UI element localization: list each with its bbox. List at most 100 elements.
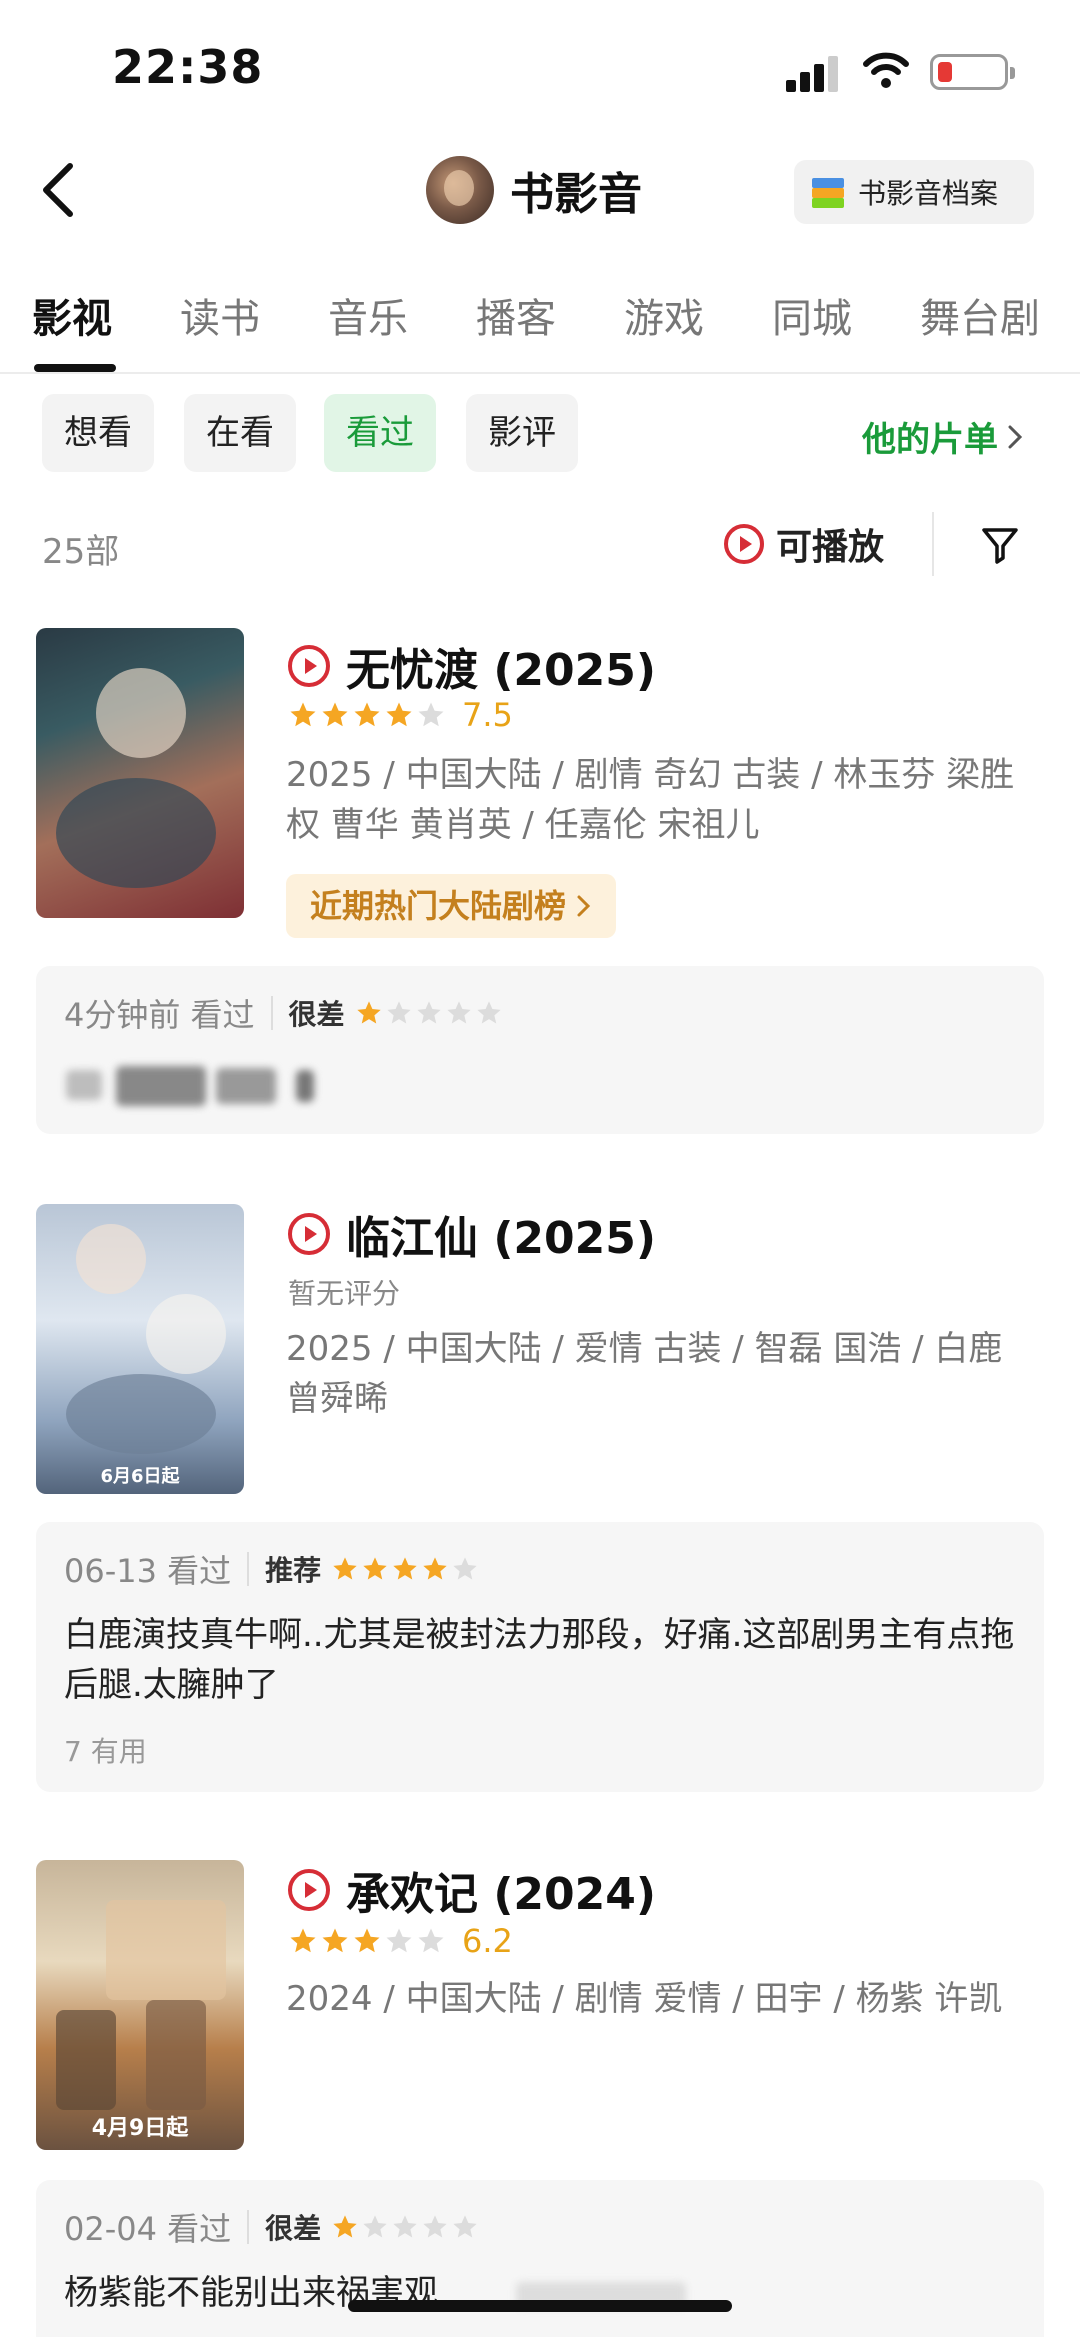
playable-label: 可播放 (776, 527, 885, 568)
meta-info: 2025 / 中国大陆 / 爱情 古装 / 智磊 国浩 / 白鹿 曾舜晞 (286, 1329, 1003, 1419)
review-verdict: 推荐 (265, 1554, 322, 1587)
playable-filter-button[interactable]: 可播放 (722, 518, 884, 570)
tab-stage[interactable]: 舞台剧 (920, 286, 1040, 344)
poster-caption: 4月9日起 (91, 2116, 189, 2141)
back-button[interactable] (30, 158, 90, 222)
star-icon (393, 2215, 417, 2238)
review-time: 06-13 看过 (64, 1552, 232, 1590)
wifi-icon (863, 52, 909, 88)
meta-info: 2024 / 中国大陆 / 剧情 爱情 / 田宇 / 杨紫 许凯 (286, 1979, 1003, 2019)
star-icon (386, 1001, 411, 1024)
poster-image[interactable]: 4月9日起 (36, 1860, 244, 2150)
status-time: 22:38 (112, 40, 264, 94)
star-icon (423, 2215, 447, 2238)
blurred-text (116, 1066, 206, 1106)
play-circle-icon (288, 645, 330, 687)
star-icon (416, 1001, 441, 1024)
star-icon (476, 1001, 501, 1024)
nav-title-group: 书影音 (426, 154, 642, 226)
star-icon (322, 702, 348, 727)
star-icon (423, 1557, 447, 1580)
star-icon (453, 2215, 477, 2238)
tab-film[interactable]: 影视 (32, 286, 112, 344)
active-tab-indicator (34, 364, 116, 372)
hot-ranking-tag[interactable]: 近期热门大陆剧榜 (286, 874, 617, 938)
archive-button[interactable]: 书影音档案 (794, 160, 1034, 224)
rating-stars (288, 1926, 448, 1956)
review-verdict: 很差 (288, 998, 345, 1031)
score: 6.2 (462, 1922, 513, 1960)
star-icon (363, 1557, 387, 1580)
review-header: 4分钟前 看过 很差 (64, 990, 505, 1036)
filter-want[interactable]: 想看 (42, 394, 154, 472)
review-stars (331, 2213, 481, 2241)
chevron-right-icon (1008, 425, 1023, 448)
category-tabs: 影视 读书 音乐 播客 游戏 同城 舞台剧 (0, 278, 1080, 374)
review-text: 白鹿演技真牛啊..尤其是被封法力那段，好痛.这部剧男主有点拖后腿.太臃肿了 (64, 1615, 1015, 1705)
star-icon (290, 702, 316, 727)
cellular-signal-icon (786, 54, 846, 92)
filter-bar: 想看 在看 看过 影评 他的片单 (0, 394, 1080, 476)
star-icon (290, 1928, 316, 1953)
battery-icon (930, 54, 1015, 90)
nav-bar: 书影音 书影音档案 (0, 140, 1080, 240)
filter-icon[interactable] (978, 522, 1022, 566)
blurred-text (296, 1070, 314, 1102)
poster-caption: 6月6日起 (100, 1466, 180, 1487)
rating-stars (288, 700, 448, 730)
star-icon (386, 1928, 412, 1953)
list-header: 25部 可播放 (0, 508, 1080, 584)
star-icon (446, 1001, 471, 1024)
review-verdict: 很差 (265, 2212, 322, 2245)
blurred-text (66, 1070, 102, 1100)
star-icon (418, 702, 444, 727)
playlist-link[interactable]: 他的片单 (862, 412, 1024, 461)
home-indicator[interactable] (348, 2300, 732, 2312)
score: 7.5 (462, 696, 513, 734)
useful-count[interactable]: 7 有用 (64, 1730, 147, 1770)
play-circle-icon (288, 1869, 330, 1911)
review-time: 02-04 看过 (64, 2210, 232, 2248)
page-title: 书影音 (510, 169, 642, 220)
review-header: 02-04 看过 很差 (64, 2204, 481, 2250)
review-card[interactable]: 02-04 看过 很差 杨紫能不能别出来祸害观 (36, 2180, 1044, 2337)
star-icon (354, 1928, 380, 1953)
review-card[interactable]: 4分钟前 看过 很差 (36, 966, 1044, 1134)
filter-watched[interactable]: 看过 (324, 394, 436, 472)
tab-music[interactable]: 音乐 (328, 286, 408, 344)
title-row[interactable]: 承欢记 (2024) (286, 1858, 656, 1922)
title: 无忧渡 (2025) (346, 645, 656, 696)
title-row[interactable]: 临江仙 (2025) (286, 1202, 656, 1266)
item-count: 25部 (42, 532, 120, 572)
star-icon (333, 1557, 357, 1580)
star-icon (354, 702, 380, 727)
rating-row: 7.5 (288, 696, 513, 734)
title: 承欢记 (2024) (346, 1869, 656, 1920)
divider (270, 996, 273, 1030)
poster-image[interactable] (36, 628, 244, 918)
filter-watching[interactable]: 在看 (184, 394, 296, 472)
title-row[interactable]: 无忧渡 (2025) (286, 634, 656, 698)
avatar[interactable] (426, 156, 494, 224)
tab-games[interactable]: 游戏 (624, 286, 704, 344)
star-icon (418, 1928, 444, 1953)
title: 临江仙 (2025) (346, 1213, 656, 1264)
star-icon (333, 2215, 357, 2238)
playlist-link-label: 他的片单 (862, 420, 998, 460)
review-header: 06-13 看过 推荐 (64, 1546, 481, 1592)
review-stars (331, 1555, 481, 1583)
archive-label: 书影音档案 (858, 177, 999, 210)
review-card[interactable]: 06-13 看过 推荐 白鹿演技真牛啊..尤其是被封法力那段，好痛.这部剧男主有… (36, 1522, 1044, 1792)
poster-image[interactable]: 6月6日起 (36, 1204, 244, 1494)
play-circle-icon (724, 524, 764, 564)
star-icon (453, 1557, 477, 1580)
star-icon (386, 702, 412, 727)
status-bar: 22:38 (0, 0, 1080, 130)
star-icon (356, 1001, 381, 1024)
tab-local[interactable]: 同城 (772, 286, 852, 344)
filter-reviews[interactable]: 影评 (466, 394, 578, 472)
divider (247, 1552, 250, 1586)
hot-ranking-label: 近期热门大陆剧榜 (310, 887, 567, 925)
tab-books[interactable]: 读书 (180, 286, 260, 344)
tab-podcast[interactable]: 播客 (476, 286, 556, 344)
